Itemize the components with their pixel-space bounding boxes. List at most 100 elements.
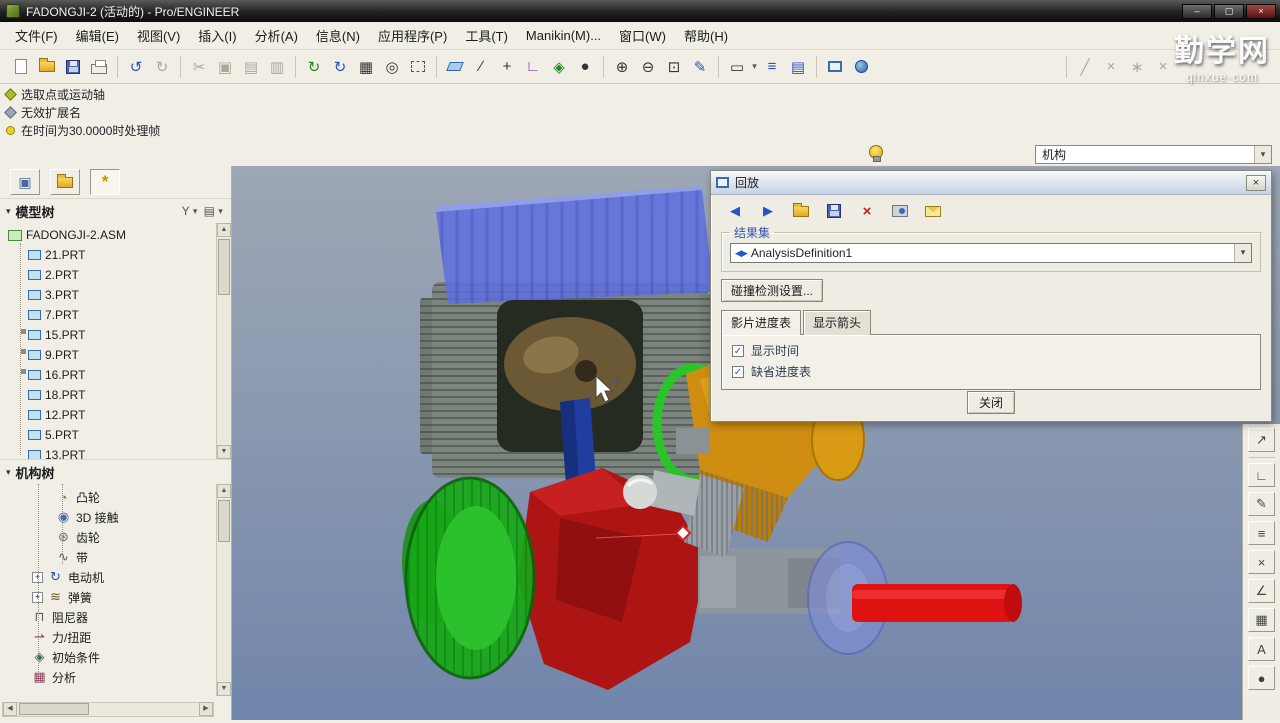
measure-icon[interactable]: ∟: [1248, 463, 1275, 487]
new-file-icon[interactable]: [8, 54, 34, 80]
regenerate-set-icon[interactable]: ↻: [327, 54, 353, 80]
tree-row[interactable]: ⇀力/扭距: [0, 627, 231, 647]
copy-icon[interactable]: ▣: [212, 54, 238, 80]
tree-row[interactable]: 5.PRT: [0, 425, 231, 445]
repaint-icon[interactable]: ✎: [687, 54, 713, 80]
tree-row[interactable]: ◉3D 接触: [0, 507, 231, 527]
select-box-icon[interactable]: [405, 54, 431, 80]
menu-analysis[interactable]: 分析(A): [246, 22, 307, 49]
shaded-view-icon[interactable]: ●: [572, 54, 598, 80]
window-activate-icon[interactable]: [822, 54, 848, 80]
tree-row[interactable]: 21.PRT: [0, 245, 231, 265]
folder-browser-tab-icon[interactable]: [50, 169, 80, 195]
tree-row[interactable]: 13.PRT: [0, 445, 231, 459]
regenerate-icon[interactable]: ↻: [301, 54, 327, 80]
connect-web-icon[interactable]: [848, 54, 874, 80]
pencil-icon[interactable]: ✎: [1248, 492, 1275, 516]
annotation-icon[interactable]: A: [1248, 637, 1275, 661]
menu-tools[interactable]: 工具(T): [456, 22, 517, 49]
saved-views-caret-icon[interactable]: ▾: [750, 61, 759, 72]
redo-icon[interactable]: ↻: [149, 54, 175, 80]
erase-icon[interactable]: ×: [1248, 550, 1275, 574]
tree-row[interactable]: 12.PRT: [0, 405, 231, 425]
open-result-icon[interactable]: [791, 202, 811, 220]
hint-bulb-icon[interactable]: [869, 145, 883, 159]
datum-axis-display-icon[interactable]: ∕: [468, 54, 494, 80]
detach-panel-icon[interactable]: ↗: [1248, 428, 1275, 452]
tree-row[interactable]: +≋弹簧: [0, 587, 231, 607]
paste-special-icon[interactable]: ▥: [264, 54, 290, 80]
sketch-point-icon[interactable]: ∗: [1124, 54, 1150, 80]
datum-point-display-icon[interactable]: +: [494, 54, 520, 80]
mode-selector[interactable]: 机构 ▾: [1035, 145, 1272, 164]
scroll-thumb[interactable]: [218, 500, 230, 542]
menu-info[interactable]: 信息(N): [307, 22, 369, 49]
open-folder-icon[interactable]: [34, 54, 60, 80]
scroll-up-icon[interactable]: ▲: [217, 484, 231, 498]
filter-icon[interactable]: Y▾: [182, 204, 200, 218]
scroll-down-icon[interactable]: ▼: [217, 445, 231, 459]
tree-row[interactable]: 3.PRT: [0, 285, 231, 305]
assembly-root-row[interactable]: FADONGJI-2.ASM: [0, 225, 231, 245]
tree-row[interactable]: ◈初始条件: [0, 647, 231, 667]
csys-display-icon[interactable]: ∟: [520, 54, 546, 80]
tree-row[interactable]: 15.PRT: [0, 325, 231, 345]
tree-row[interactable]: ▦分析: [0, 667, 231, 687]
tree-row[interactable]: ◔凸轮: [0, 487, 231, 507]
model-tree-tab-icon[interactable]: ▣: [10, 169, 40, 195]
collapse-icon[interactable]: ▾: [6, 206, 11, 217]
tab-movie-schedule[interactable]: 影片进度表: [721, 310, 801, 335]
dialog-close-icon[interactable]: ×: [1246, 175, 1266, 191]
cut-icon[interactable]: ✂: [186, 54, 212, 80]
grid-icon[interactable]: ▦: [1248, 608, 1275, 632]
save-result-icon[interactable]: [824, 202, 844, 220]
delete-result-icon[interactable]: ×: [857, 202, 877, 220]
cylinder-head[interactable]: [436, 186, 714, 304]
datum-plane-display-icon[interactable]: [442, 54, 468, 80]
paste-icon[interactable]: ▤: [238, 54, 264, 80]
menu-edit[interactable]: 编辑(E): [67, 22, 128, 49]
refit-icon[interactable]: ⊡: [661, 54, 687, 80]
flywheel[interactable]: [402, 478, 534, 678]
tree-row[interactable]: ⊛齿轮: [0, 527, 231, 547]
menu-file[interactable]: 文件(F): [6, 22, 67, 49]
tree-row[interactable]: 2.PRT: [0, 265, 231, 285]
grid-toggle-icon[interactable]: ▦: [353, 54, 379, 80]
dialog-title-bar[interactable]: 回放 ×: [711, 171, 1271, 195]
layers-icon[interactable]: ≡: [759, 54, 785, 80]
close-button[interactable]: ×: [1246, 4, 1276, 19]
sketch-delete-icon[interactable]: ×: [1098, 54, 1124, 80]
sketch-divide-icon[interactable]: ×: [1150, 54, 1176, 80]
model-tree-scrollbar[interactable]: ▲ ▼: [216, 223, 231, 459]
favorites-tab-icon[interactable]: *: [90, 169, 120, 195]
close-dialog-button[interactable]: 关闭: [967, 391, 1015, 414]
tree-row[interactable]: ∿带: [0, 547, 231, 567]
menu-view[interactable]: 视图(V): [128, 22, 189, 49]
play-icon[interactable]: ▶: [758, 202, 778, 220]
menu-manikin[interactable]: Manikin(M)...: [517, 24, 610, 47]
tree-row[interactable]: 7.PRT: [0, 305, 231, 325]
zoom-in-icon[interactable]: ⊕: [609, 54, 635, 80]
minimize-button[interactable]: –: [1182, 4, 1212, 19]
chevron-down-icon[interactable]: ▾: [1254, 146, 1271, 163]
tree-row[interactable]: 18.PRT: [0, 385, 231, 405]
menu-insert[interactable]: 插入(I): [189, 22, 245, 49]
checkbox-checked-icon[interactable]: ✓: [732, 345, 744, 357]
checkbox-checked-icon[interactable]: ✓: [732, 366, 744, 378]
scroll-thumb[interactable]: [19, 703, 89, 715]
zoom-out-icon[interactable]: ⊖: [635, 54, 661, 80]
view-manager-icon[interactable]: ▤: [785, 54, 811, 80]
tree-row[interactable]: 16.PRT: [0, 365, 231, 385]
collision-settings-button[interactable]: 碰撞检测设置...: [721, 279, 823, 302]
undo-icon[interactable]: ↺: [123, 54, 149, 80]
tree-row[interactable]: +↻电动机: [0, 567, 231, 587]
sphere-icon[interactable]: ●: [1248, 666, 1275, 690]
sketch-line-icon[interactable]: ╱: [1072, 54, 1098, 80]
capture-movie-icon[interactable]: [890, 202, 910, 220]
menu-applications[interactable]: 应用程序(P): [369, 22, 456, 49]
spin-center-icon[interactable]: ◈: [546, 54, 572, 80]
scroll-thumb[interactable]: [218, 239, 230, 295]
export-icon[interactable]: [923, 202, 943, 220]
chevron-down-icon[interactable]: ▾: [1234, 244, 1251, 262]
tree-row[interactable]: ⊓阻尼器: [0, 607, 231, 627]
